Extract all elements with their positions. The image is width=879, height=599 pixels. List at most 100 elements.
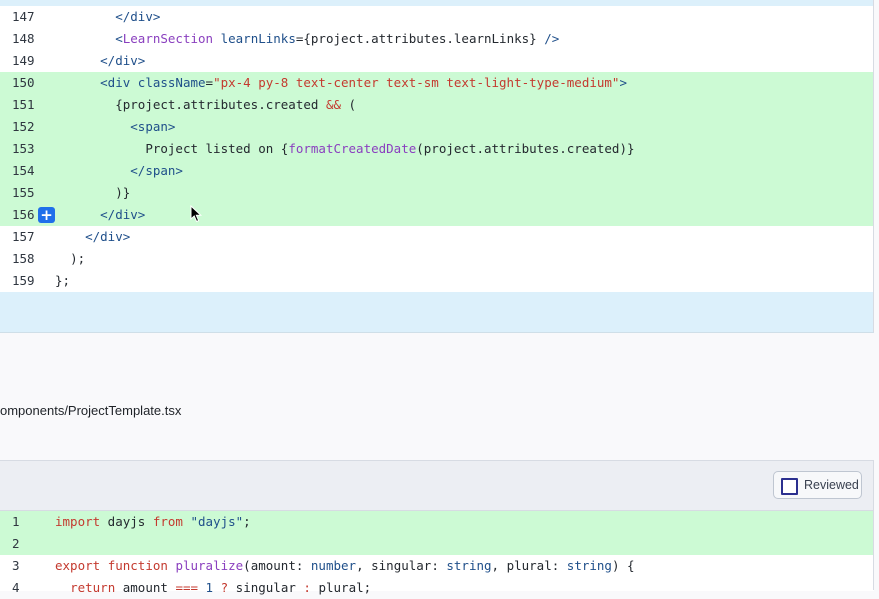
- code-token: from: [152, 514, 183, 529]
- line-number[interactable]: 4: [12, 577, 20, 599]
- mouse-cursor-icon: [190, 205, 203, 223]
- added-line: 155 )}: [0, 182, 874, 204]
- code-token: import: [55, 514, 101, 529]
- line-number[interactable]: 1: [12, 511, 20, 533]
- context-line: 148 <LearnSection learnLinks={project.at…: [0, 28, 874, 50]
- context-line: 157 </div>: [0, 226, 874, 248]
- code-token: className: [137, 75, 206, 90]
- line-number[interactable]: 152: [12, 116, 35, 138]
- code-token: function: [107, 558, 168, 573]
- code-token: :: [303, 580, 311, 595]
- code-token: learnLinks: [220, 31, 296, 46]
- code-token: formatCreatedDate: [288, 141, 417, 156]
- line-number[interactable]: 155: [12, 182, 35, 204]
- code-text: return amount === 1 ? singular : plural;: [55, 577, 371, 599]
- code-text: </div>: [55, 6, 160, 28]
- code-token: {project.attributes.created: [115, 97, 326, 112]
- code-token: ===: [175, 580, 199, 595]
- line-number[interactable]: 149: [12, 50, 35, 72]
- code-text: )}: [55, 182, 130, 204]
- reviewed-button[interactable]: Reviewed: [773, 471, 862, 499]
- code-token: Project listed on {: [145, 141, 289, 156]
- code-token: "px-4 py-8 text-center text-sm text-ligh…: [213, 75, 620, 90]
- context-line: 158 );: [0, 248, 874, 270]
- code-text: <LearnSection learnLinks={project.attrib…: [55, 28, 559, 50]
- context-line: 149 </div>: [0, 50, 874, 72]
- file-header: Reviewed: [0, 460, 874, 511]
- context-line: 3 export function pluralize(amount: numbe…: [0, 555, 874, 577]
- context-line: 159};: [0, 270, 874, 292]
- line-number[interactable]: 150: [12, 72, 35, 94]
- code-text: <span>: [55, 116, 175, 138]
- code-text: export function pluralize(amount: number…: [55, 555, 635, 577]
- code-token: <div: [100, 75, 131, 90]
- line-number[interactable]: 154: [12, 160, 35, 182]
- code-text: {project.attributes.created && (: [55, 94, 356, 116]
- code-token: ={project.attributes.learnLinks}: [295, 31, 545, 46]
- line-number[interactable]: 151: [12, 94, 35, 116]
- code-token: <span>: [130, 119, 176, 134]
- line-number[interactable]: 156: [12, 204, 35, 226]
- code-token: >: [619, 75, 627, 90]
- code-text: </div>: [55, 50, 145, 72]
- bottom-diff-panel: Reviewed 1 import dayjs from "dayjs"; 2 3 ex…: [0, 460, 874, 595]
- panel-border: [873, 460, 874, 590]
- code-token: return: [70, 580, 116, 595]
- code-text: };: [55, 270, 70, 292]
- code-token: </div>: [85, 229, 131, 244]
- code-text: import dayjs from "dayjs";: [55, 511, 251, 533]
- code-token: export: [55, 558, 101, 573]
- code-text: Project listed on {formatCreatedDate(pro…: [55, 138, 635, 160]
- line-number[interactable]: 148: [12, 28, 35, 50]
- code-token: string: [446, 558, 492, 573]
- code-token: &&: [325, 97, 341, 112]
- code-token: , plural:: [491, 558, 567, 573]
- added-line: 156 + </div>: [0, 204, 874, 226]
- file-path-label[interactable]: omponents/ProjectTemplate.tsx: [0, 403, 181, 418]
- code-token: />: [544, 31, 560, 46]
- code-token: <: [115, 31, 123, 46]
- code-text: </div>: [55, 226, 130, 248]
- code-token: ?: [220, 580, 229, 595]
- code-token: LearnSection: [122, 31, 214, 46]
- code-token: 1: [205, 580, 214, 595]
- add-comment-icon[interactable]: +: [38, 207, 55, 223]
- code-token: =: [205, 75, 214, 90]
- code-token: (project.attributes.created)}: [416, 141, 635, 156]
- hunk-expander-bottom[interactable]: [0, 292, 874, 333]
- line-number[interactable]: 2: [12, 533, 20, 555]
- code-token: pluralize: [175, 558, 244, 573]
- added-line: 2: [0, 533, 874, 555]
- code-token: dayjs: [100, 514, 153, 529]
- code-token: </span>: [130, 163, 183, 178]
- added-line: 153 Project listed on {formatCreatedDate…: [0, 138, 874, 160]
- line-number[interactable]: 157: [12, 226, 35, 248]
- code-token: (: [341, 97, 357, 112]
- line-number[interactable]: 147: [12, 6, 35, 28]
- top-diff-panel: 147 </div> 148 <LearnSection learnLinks={…: [0, 0, 874, 333]
- line-number[interactable]: 159: [12, 270, 35, 292]
- line-number[interactable]: 3: [12, 555, 20, 577]
- reviewed-checkbox[interactable]: [781, 478, 798, 495]
- code-token: </div>: [100, 53, 146, 68]
- line-number[interactable]: 153: [12, 138, 35, 160]
- code-token: (amount:: [243, 558, 311, 573]
- panel-border: [873, 0, 874, 332]
- code-token: , singular:: [356, 558, 447, 573]
- added-line: 150 <div className="px-4 py-8 text-cente…: [0, 72, 874, 94]
- top-diff-rows: 147 </div> 148 <LearnSection learnLinks={…: [0, 6, 874, 292]
- context-line: 147 </div>: [0, 6, 874, 28]
- code-token: string: [566, 558, 612, 573]
- code-token: );: [70, 251, 86, 266]
- code-token: };: [55, 273, 71, 288]
- code-token: amount: [115, 580, 176, 595]
- added-line: 154 </span>: [0, 160, 874, 182]
- reviewed-label: Reviewed: [804, 478, 859, 492]
- code-token: "dayjs": [190, 514, 244, 529]
- line-number[interactable]: 158: [12, 248, 35, 270]
